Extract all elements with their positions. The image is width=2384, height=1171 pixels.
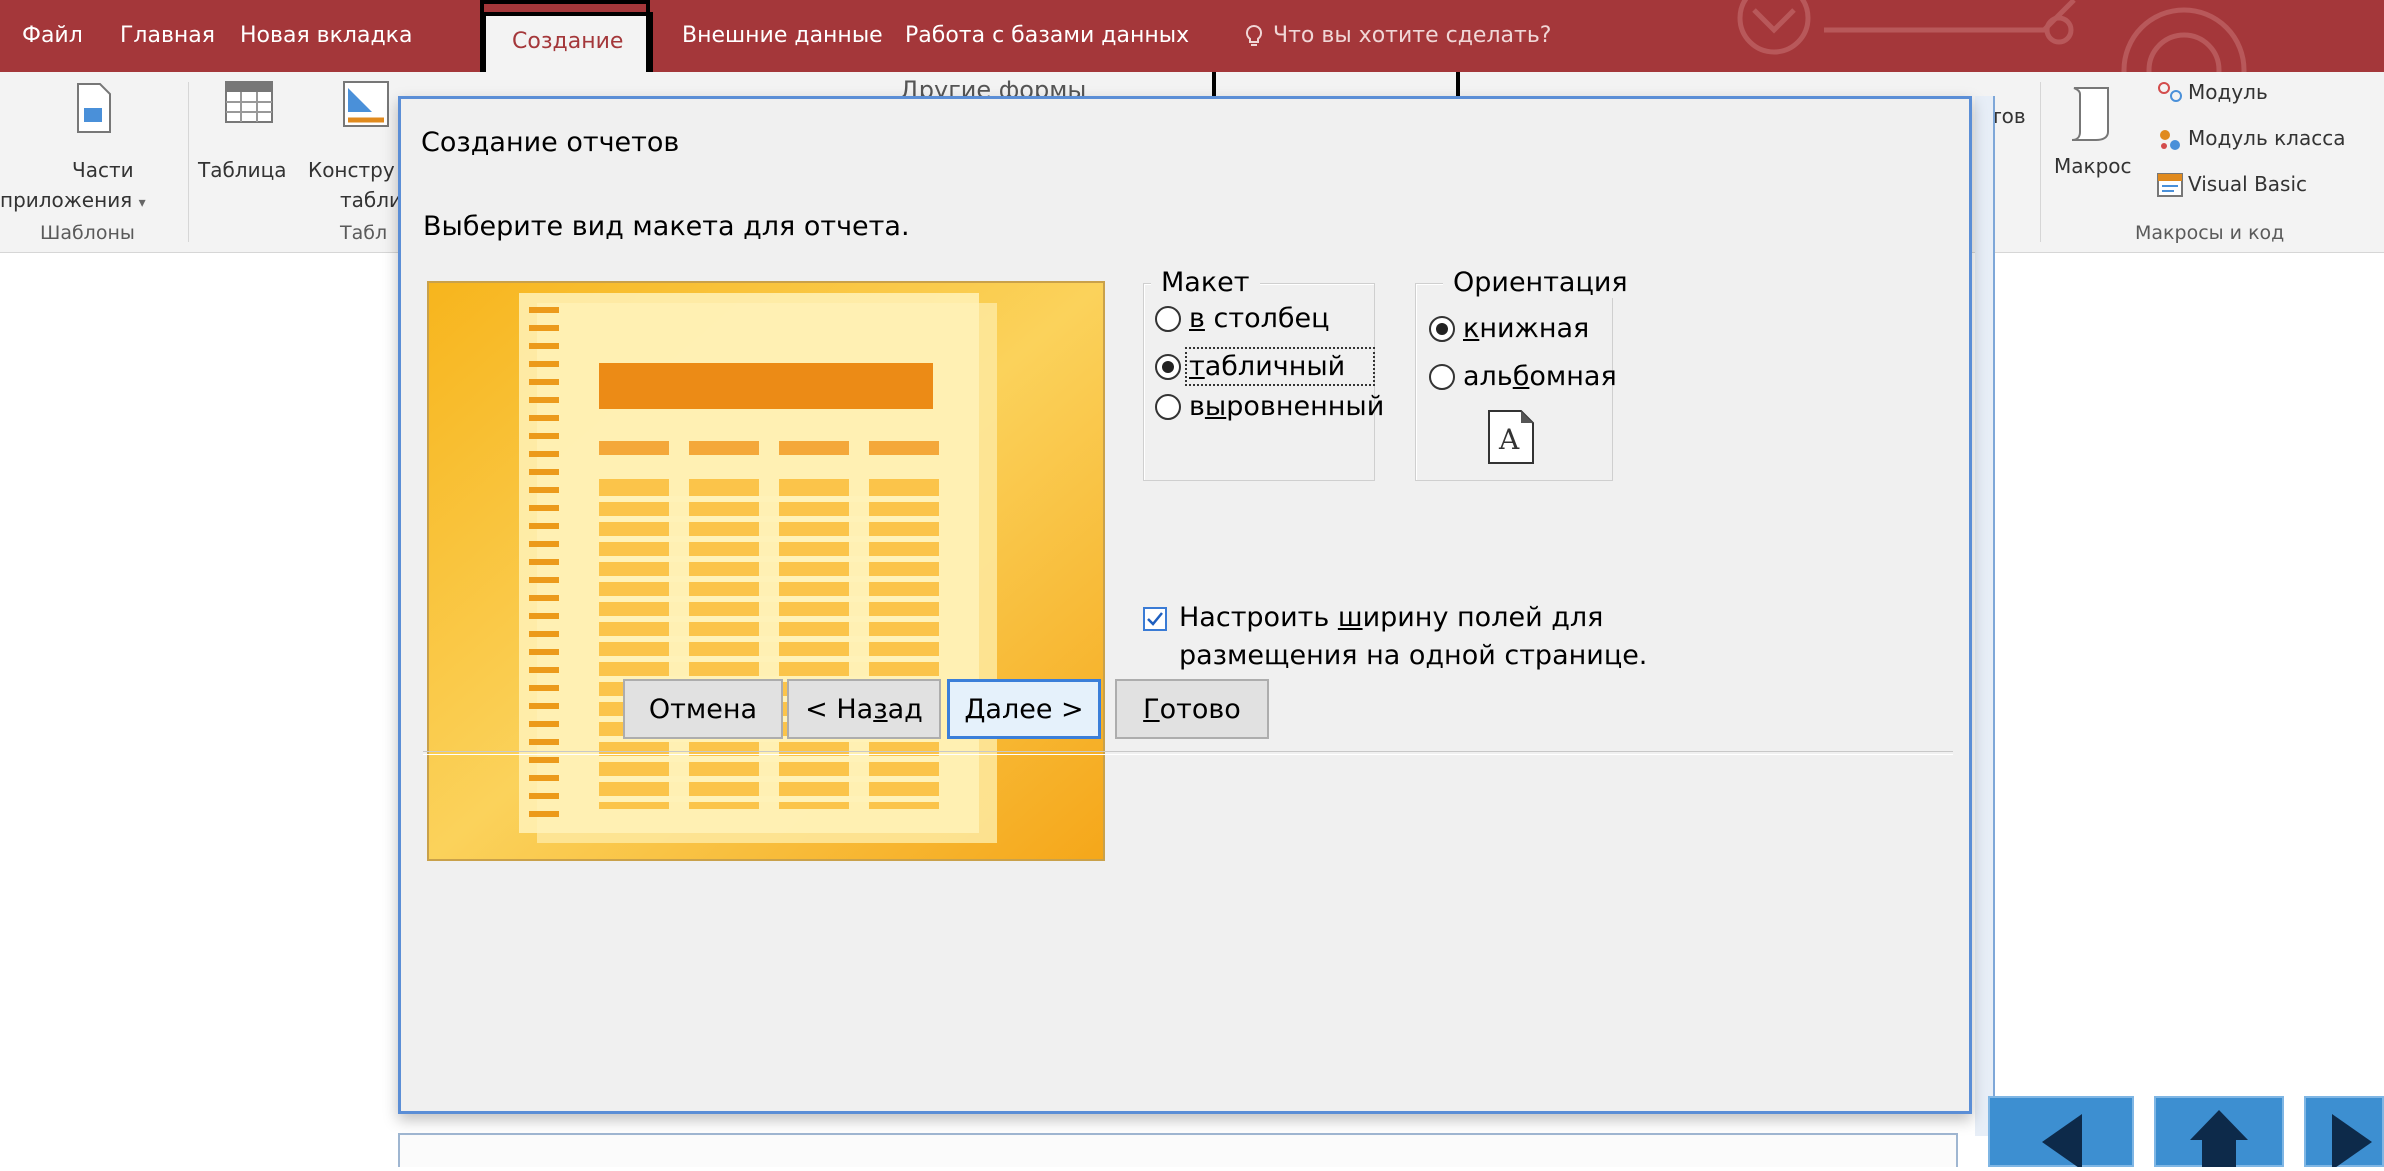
- nav-back-button[interactable]: [1988, 1096, 2134, 1170]
- forward-arrow-icon: [2332, 1114, 2372, 1170]
- group-macros-label: Макросы и код: [2135, 222, 2285, 244]
- back-mnemonic: з: [873, 694, 888, 725]
- dialog-title: Создание отчетов: [421, 127, 680, 158]
- ribbon-separator: [2040, 82, 2041, 242]
- table-design-label-1[interactable]: Констру: [308, 158, 395, 182]
- radio-landscape-prefix: аль: [1463, 361, 1513, 392]
- create-tab-highlight: [480, 0, 650, 72]
- radio-button-selected[interactable]: [1155, 353, 1181, 380]
- group-tables-label: Табл: [340, 222, 388, 244]
- tab-file[interactable]: Файл: [22, 0, 83, 72]
- checkmark-icon: [1147, 612, 1163, 626]
- finish-label: отово: [1159, 694, 1241, 725]
- radio-columnar-mnemonic: в: [1189, 303, 1205, 334]
- chevron-down-icon: ▾: [138, 195, 146, 211]
- table-icon[interactable]: [224, 80, 274, 124]
- ribbon-separator: [188, 82, 189, 242]
- radio-portrait-mnemonic: к: [1463, 313, 1480, 344]
- next-button[interactable]: Далее >: [947, 679, 1101, 739]
- finish-mnemonic: Г: [1143, 694, 1160, 725]
- radio-justified[interactable]: выровненный: [1155, 391, 1384, 422]
- app-parts-label-1: Части: [72, 158, 134, 182]
- radio-columnar-label: столбец: [1204, 303, 1330, 334]
- table-design-icon[interactable]: [342, 80, 392, 130]
- group-templates-label: Шаблоны: [40, 222, 135, 244]
- tell-me-search[interactable]: Что вы хотите сделать?: [1245, 0, 1551, 72]
- radio-tabular[interactable]: табличный: [1155, 347, 1376, 386]
- next-label: алее >: [985, 694, 1084, 725]
- cancel-button[interactable]: Отмена: [623, 679, 783, 739]
- radio-justified-mnemonic: ы: [1204, 391, 1227, 422]
- visual-basic-button[interactable]: Visual Basic: [2188, 172, 2307, 196]
- back-button[interactable]: < Назад: [787, 679, 941, 739]
- fit-width-label-pre: Настроить: [1179, 602, 1338, 633]
- nav-home-button[interactable]: [2154, 1096, 2284, 1170]
- fit-width-checkbox-row[interactable]: Настроить ширину полей для размещения на…: [1143, 599, 1679, 675]
- layout-preview-image: [427, 281, 1105, 861]
- lightbulb-icon: [1245, 24, 1263, 46]
- tab-external-data[interactable]: Внешние данные: [682, 0, 883, 72]
- radio-tabular-mnemonic: т: [1189, 351, 1205, 382]
- class-module-icon: [2160, 130, 2180, 150]
- page-glyph: A: [1499, 423, 1520, 456]
- radio-landscape-label: омная: [1529, 361, 1617, 392]
- table-design-label-2: табли: [340, 188, 403, 212]
- radio-button-selected[interactable]: [1429, 315, 1455, 342]
- class-module-button[interactable]: Модуль класса: [2188, 126, 2345, 150]
- next-mnemonic: Д: [964, 694, 986, 725]
- macro-button-label[interactable]: Макрос: [2054, 154, 2132, 178]
- ribbon-tab-bar: Файл Главная Новая вкладка Создание Внеш…: [0, 0, 2384, 72]
- back-label-rest: ад: [887, 694, 923, 725]
- radio-tabular-label: абличный: [1204, 351, 1346, 382]
- report-preview-illustration: [429, 283, 1103, 859]
- home-arrow-icon: [2190, 1110, 2248, 1170]
- app-parts-label-2: приложения: [0, 188, 133, 212]
- dialog-prompt: Выберите вид макета для отчета.: [423, 211, 910, 242]
- report-wizard-dialog: Создание отчетов Выберите вид макета для…: [398, 96, 1972, 1114]
- fit-width-checkbox[interactable]: [1143, 607, 1167, 631]
- radio-columnar[interactable]: в столбец: [1155, 303, 1330, 334]
- radio-landscape[interactable]: альбомная: [1429, 361, 1617, 392]
- radio-button[interactable]: [1429, 363, 1455, 390]
- reports-partial-label: тов: [1990, 104, 2026, 128]
- macro-icon[interactable]: [2066, 84, 2116, 144]
- module-icon: [2158, 82, 2182, 102]
- tab-database-tools[interactable]: Работа с базами данных: [905, 0, 1189, 72]
- nav-forward-button[interactable]: [2304, 1096, 2384, 1170]
- tell-me-text: Что вы хотите сделать?: [1273, 23, 1552, 48]
- underlying-window-edge: [398, 1133, 1958, 1167]
- tab-home[interactable]: Главная: [120, 0, 215, 72]
- fit-width-label: Настроить ширину полей для размещения на…: [1179, 599, 1679, 675]
- table-button-label[interactable]: Таблица: [198, 158, 286, 182]
- back-arrow-icon: [2042, 1114, 2082, 1170]
- radio-portrait-label: нижная: [1479, 313, 1590, 344]
- finish-button[interactable]: Готово: [1115, 679, 1269, 739]
- page-portrait-icon: A: [1487, 409, 1535, 465]
- radio-button[interactable]: [1155, 393, 1181, 420]
- decorative-circuit-pattern: [1737, 0, 2247, 72]
- dialog-shadow-edge: [1975, 96, 1995, 1136]
- radio-portrait[interactable]: книжная: [1429, 313, 1589, 344]
- layout-group-legend: Макет: [1151, 267, 1260, 298]
- app-parts-icon[interactable]: [74, 82, 114, 134]
- radio-landscape-mnemonic: б: [1512, 361, 1530, 392]
- orientation-group-legend: Ориентация: [1443, 267, 1638, 298]
- fit-width-mnemonic: ш: [1337, 602, 1363, 633]
- radio-button[interactable]: [1155, 305, 1181, 332]
- tab-new[interactable]: Новая вкладка: [240, 0, 412, 72]
- module-button[interactable]: Модуль: [2188, 80, 2268, 104]
- back-label-pre: < На: [805, 694, 874, 725]
- dialog-divider: [423, 751, 1953, 755]
- radio-justified-prefix: в: [1189, 391, 1205, 422]
- app-parts-button[interactable]: приложения ▾: [0, 188, 146, 212]
- visual-basic-icon: [2157, 173, 2183, 197]
- radio-justified-label: ровненный: [1226, 391, 1385, 422]
